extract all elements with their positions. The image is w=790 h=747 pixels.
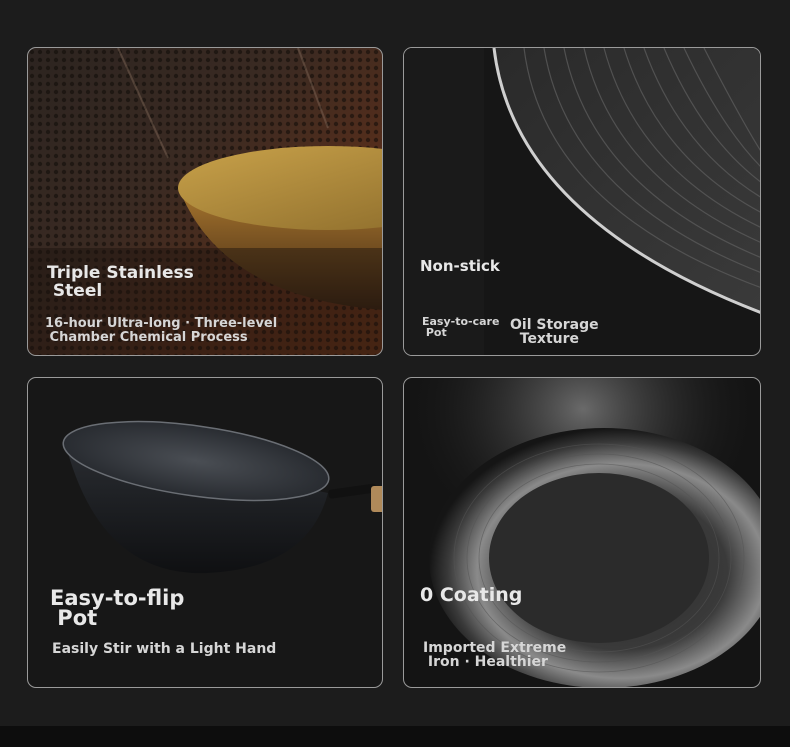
card-title: 0 Coating <box>420 584 523 606</box>
card-note-line2: Pot <box>422 326 447 339</box>
card-title-line2: Steel <box>47 281 103 301</box>
card-title-line2: Pot <box>50 606 98 630</box>
bottom-divider-strip <box>0 726 790 747</box>
card-title: Non-stick <box>420 257 500 275</box>
card-description-line2: Chamber Chemical Process <box>45 330 248 345</box>
card-description-line2: Iron · Healthier <box>423 654 548 670</box>
wok-texture-closeup-image <box>404 48 760 355</box>
feature-card-easy-to-flip-pot: Easy-to-flip Pot Easily Stir with a Ligh… <box>27 377 383 688</box>
stainless-steel-wok-image <box>28 48 382 355</box>
card-description: Easily Stir with a Light Hand <box>52 641 277 657</box>
feature-card-non-stick: Non-stick Easy-to-care Pot Oil Storage T… <box>403 47 761 356</box>
card-description-line2: Texture <box>510 331 580 347</box>
feature-card-triple-stainless-steel: Triple Stainless Steel 16-hour Ultra-lon… <box>27 47 383 356</box>
feature-card-zero-coating: 0 Coating Imported Extreme Iron · Health… <box>403 377 761 688</box>
